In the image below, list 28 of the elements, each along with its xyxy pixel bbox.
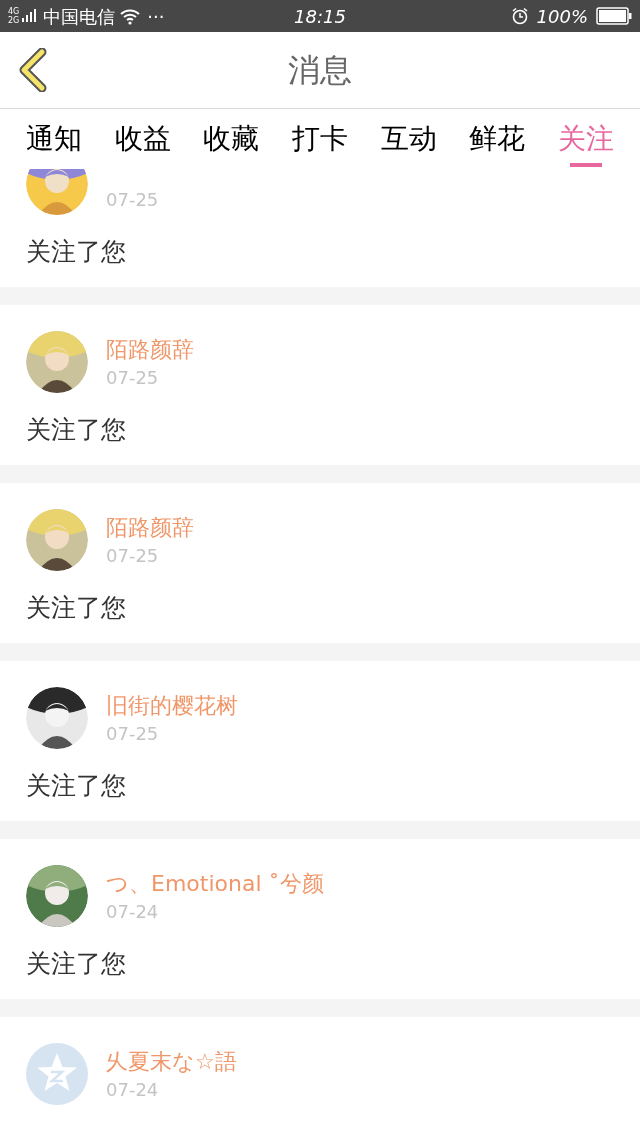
alarm-icon [510,7,529,25]
battery-icon [596,7,632,25]
carrier-name: 中国电信 [43,4,116,29]
more-indicator: ··· [147,4,165,29]
message-text: 关注了您 [26,948,127,980]
back-icon [18,48,48,92]
battery-percent: 100% [536,4,588,29]
tab[interactable]: 互动 [380,109,437,169]
message-date: 07-25 [106,366,160,390]
tab[interactable]: 收益 [114,109,171,169]
network-type: 4G 2G [8,7,20,25]
tab[interactable]: 收藏 [203,109,260,169]
tab[interactable]: 打卡 [291,109,348,169]
message-date: 07-24 [106,900,160,924]
message-date: 07-25 [106,722,160,746]
message-text: 关注了您 [26,592,127,624]
message-text: 关注了您 [26,770,127,802]
clock-time: 18:15 [294,4,346,29]
default-avatar-icon [26,1043,88,1105]
message-text: 关注了您 [26,414,127,446]
message-text: 关注了您 [26,236,127,268]
message-date: 07-24 [106,1078,160,1102]
tab[interactable]: 通知 [26,109,82,169]
message-date: 07-25 [106,544,160,568]
page-title: 消息 [288,50,352,91]
message-date: 07-25 [106,188,159,212]
tab[interactable]: 鲜花 [469,109,526,169]
wifi-icon [119,7,142,25]
